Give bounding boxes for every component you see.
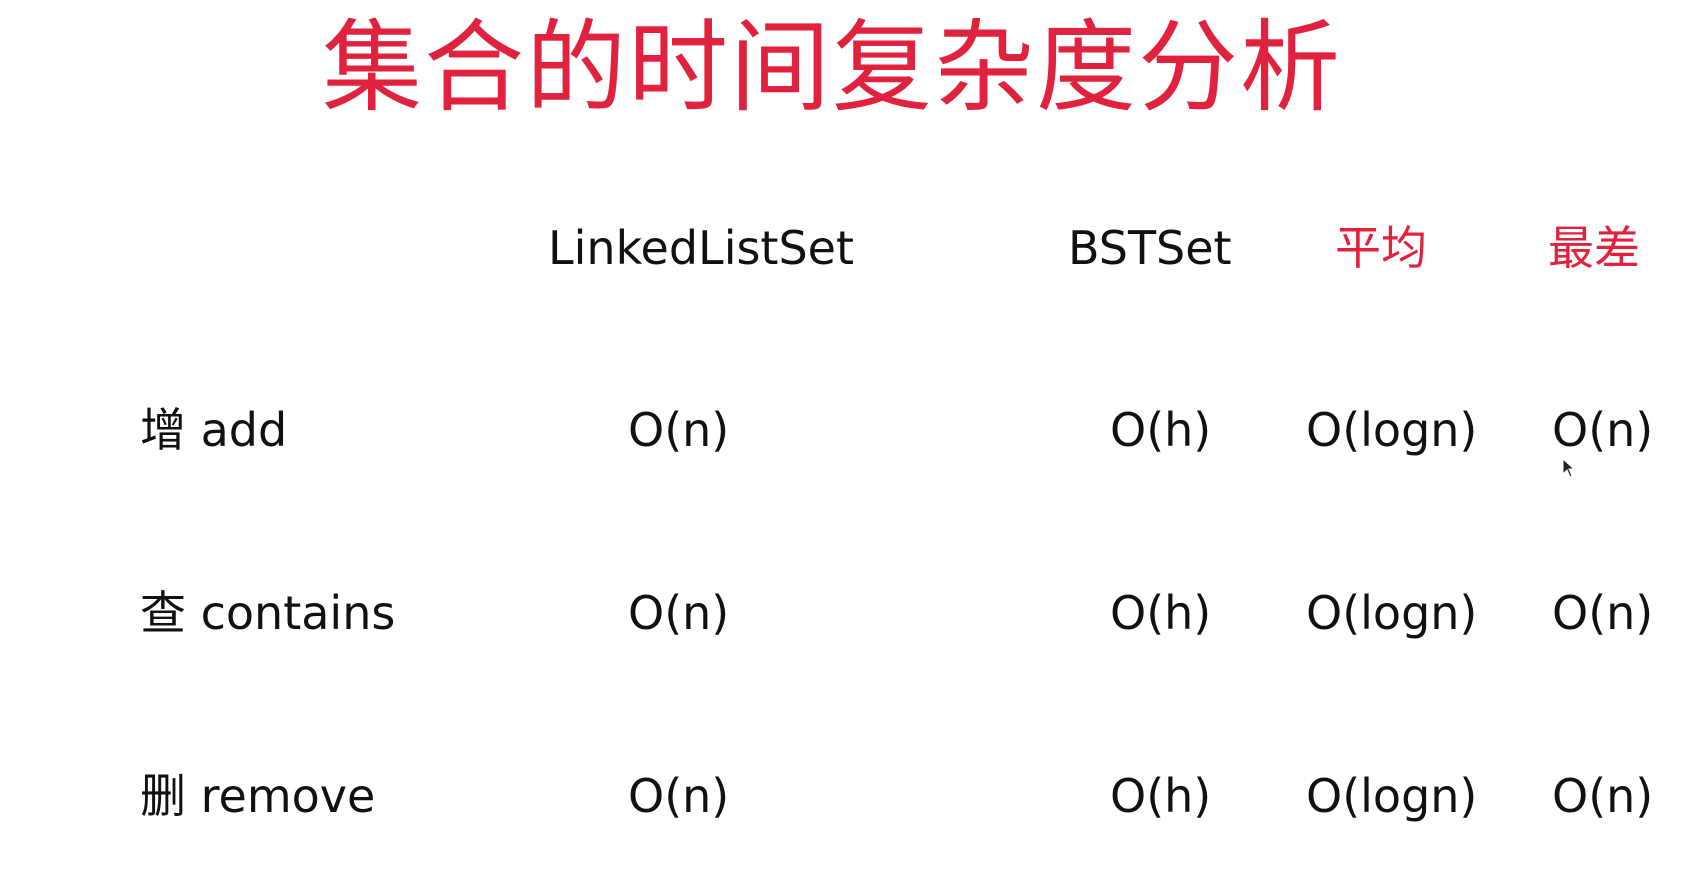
header-bst-set: BSTSet bbox=[1068, 221, 1232, 275]
row-label-remove: 删 remove bbox=[140, 769, 376, 823]
cell-remove-bst-set: O(h) bbox=[1110, 769, 1212, 823]
cell-contains-bst-set: O(h) bbox=[1110, 586, 1212, 640]
slide-title: 集合的时间复杂度分析 bbox=[322, 9, 1342, 126]
header-average: 平均 bbox=[1335, 221, 1427, 275]
cell-remove-linked-list-set: O(n) bbox=[628, 769, 730, 823]
header-worst: 最差 bbox=[1548, 221, 1640, 275]
cell-add-bst-set: O(h) bbox=[1110, 403, 1212, 457]
row-label-contains: 查 contains bbox=[140, 586, 396, 640]
header-linked-list-set: LinkedListSet bbox=[548, 221, 855, 275]
row-label-add: 增 add bbox=[140, 403, 288, 457]
cell-add-average: O(logn) bbox=[1306, 403, 1478, 457]
cell-contains-worst: O(n) bbox=[1552, 586, 1654, 640]
cell-add-worst: O(n) bbox=[1552, 403, 1654, 457]
slide: 集合的时间复杂度分析 LinkedListSet BSTSet 平均 最差 增 … bbox=[0, 0, 1692, 887]
cell-remove-average: O(logn) bbox=[1306, 769, 1478, 823]
cell-add-linked-list-set: O(n) bbox=[628, 403, 730, 457]
cell-remove-worst: O(n) bbox=[1552, 769, 1654, 823]
cell-contains-linked-list-set: O(n) bbox=[628, 586, 730, 640]
cell-contains-average: O(logn) bbox=[1306, 586, 1478, 640]
mouse-pointer-icon bbox=[1562, 458, 1576, 478]
